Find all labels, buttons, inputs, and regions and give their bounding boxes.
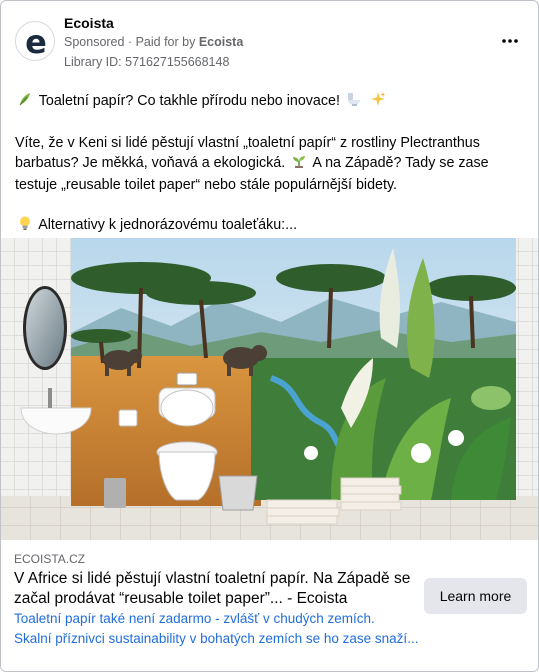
post-line-3: Alternativy k jednorázovému toaleťáku:..… <box>15 215 527 237</box>
ecoista-logo-icon: e <box>16 22 54 61</box>
ad-image[interactable] <box>1 238 538 540</box>
seedling-icon <box>291 153 307 175</box>
link-description: Toaletní papír také není zadarmo - zvláš… <box>14 609 419 649</box>
sponsored-line: Sponsored · Paid for by Ecoista <box>64 35 243 49</box>
learn-more-button[interactable]: Learn more <box>424 578 527 614</box>
avatar[interactable]: e <box>15 21 55 61</box>
link-footer[interactable]: ECOISTA.CZ V Africe si lidé pěstují vlas… <box>1 540 538 671</box>
more-dots-icon <box>502 39 518 43</box>
post-paragraph-2: Víte, že v Keni si lidé pěstují vlastní … <box>15 133 527 195</box>
more-options-button[interactable] <box>496 29 524 53</box>
paid-for-name[interactable]: Ecoista <box>199 35 243 49</box>
link-headline[interactable]: V Africe si lidé pěstují vlastní toaletn… <box>14 569 414 609</box>
post-line-3-text: Alternativy k jednorázovému toaleťáku:..… <box>38 217 298 233</box>
sponsored-label: Sponsored <box>64 35 125 49</box>
toilet-icon <box>346 91 362 113</box>
link-description-line-1: Toaletní papír také není zadarmo - zvláš… <box>14 611 375 626</box>
ad-card: e Ecoista Sponsored · Paid for by Ecoist… <box>0 0 539 672</box>
link-domain: ECOISTA.CZ <box>14 552 86 566</box>
svg-text:e: e <box>25 23 47 61</box>
lightbulb-icon <box>17 215 33 237</box>
library-id: Library ID: 571627155668148 <box>64 55 230 69</box>
post-line-1: Toaletní papír? Co takhle přírodu nebo i… <box>15 91 527 113</box>
post-text: Toaletní papír? Co takhle přírodu nebo i… <box>15 91 527 257</box>
bathroom-mural-image <box>1 238 538 540</box>
link-description-line-2: Skalní příznivci sustainability v bohatý… <box>14 631 419 646</box>
paid-for-label: · Paid for by <box>127 35 196 49</box>
sparkles-icon <box>370 91 386 113</box>
ad-header: e Ecoista Sponsored · Paid for by Ecoist… <box>13 11 528 71</box>
leaf-icon <box>17 91 33 113</box>
page-name[interactable]: Ecoista <box>64 15 114 31</box>
post-line-1-text: Toaletní papír? Co takhle přírodu nebo i… <box>38 93 340 109</box>
